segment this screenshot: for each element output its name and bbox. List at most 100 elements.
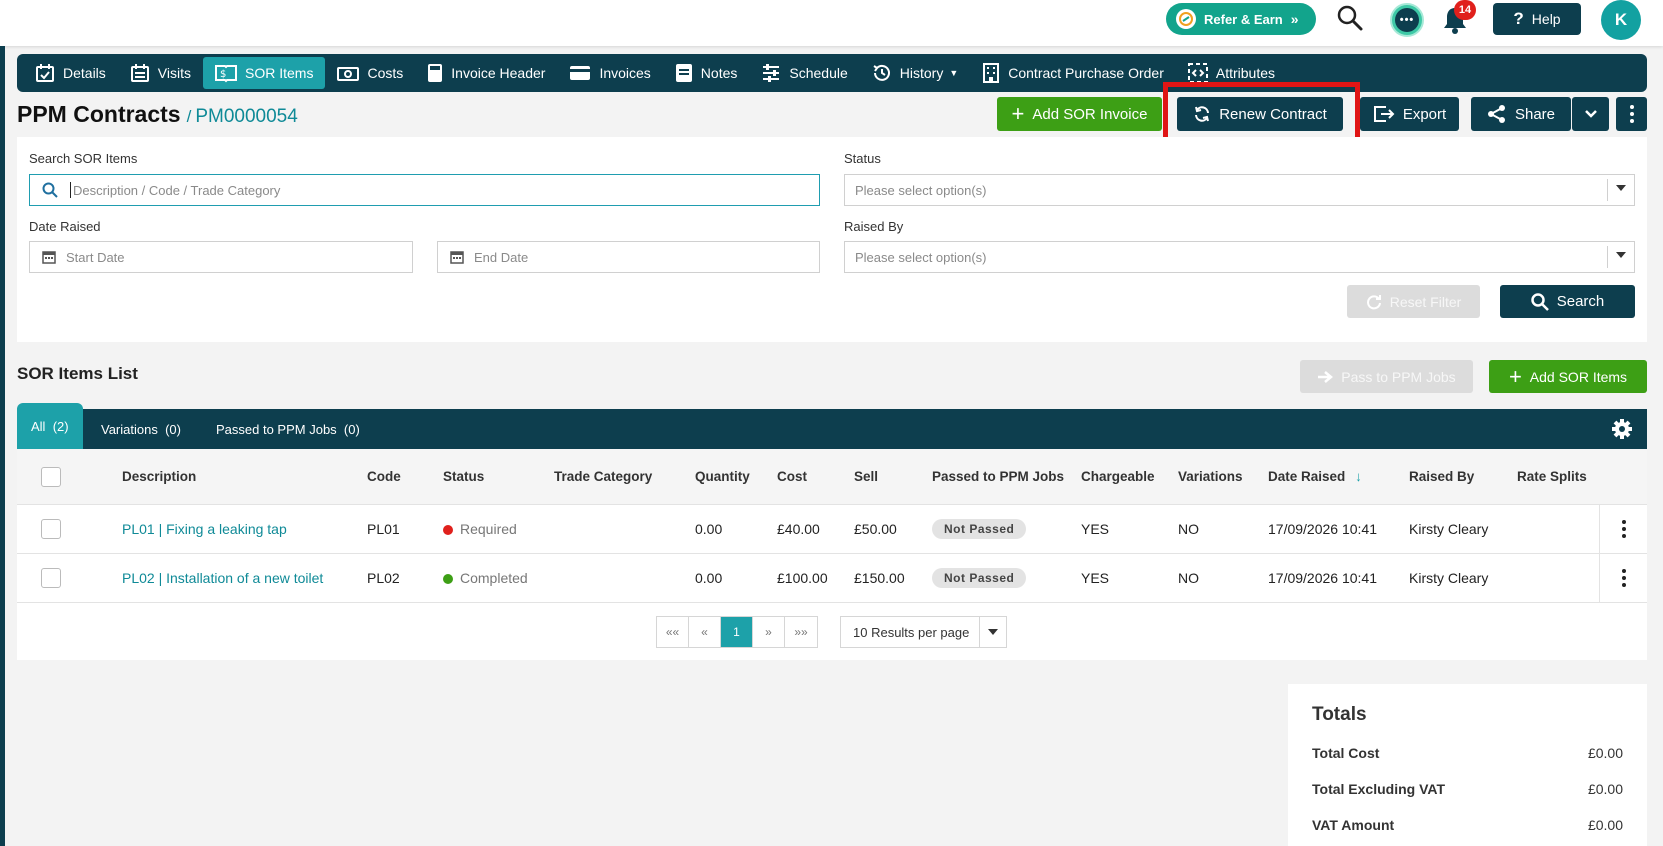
tab-history[interactable]: History ▼ xyxy=(860,57,970,89)
col-cost[interactable]: Cost xyxy=(777,469,807,484)
calendar-check-icon xyxy=(35,63,55,83)
notification-badge: 14 xyxy=(1454,0,1476,20)
header-search-icon[interactable] xyxy=(1336,4,1364,32)
col-quantity[interactable]: Quantity xyxy=(695,469,750,484)
row-checkbox[interactable] xyxy=(41,568,61,588)
col-rate-splits[interactable]: Rate Splits xyxy=(1517,469,1587,484)
status-placeholder: Please select option(s) xyxy=(855,182,987,198)
page-title-text: PPM Contracts xyxy=(17,101,181,127)
tab-label: Details xyxy=(63,65,106,81)
tab-label: Visits xyxy=(157,65,191,81)
tab-contract-purchase-order[interactable]: Contract Purchase Order xyxy=(970,57,1176,89)
results-per-page-select[interactable]: 10 Results per page xyxy=(840,616,1007,648)
col-trade-category[interactable]: Trade Category xyxy=(554,469,652,484)
tab-visits[interactable]: Visits xyxy=(118,57,203,89)
col-description[interactable]: Description xyxy=(122,469,196,484)
pass-to-ppm-jobs-button[interactable]: Pass to PPM Jobs xyxy=(1300,360,1473,393)
tab-costs[interactable]: Costs xyxy=(325,57,415,89)
dropdown-arrow-icon xyxy=(1616,252,1626,258)
status-label: Status xyxy=(844,151,881,166)
row-chargeable: YES xyxy=(1081,521,1110,537)
col-chargeable[interactable]: Chargeable xyxy=(1081,469,1155,484)
col-raised-by[interactable]: Raised By xyxy=(1409,469,1474,484)
row-sell: £150.00 xyxy=(854,570,905,586)
tab-notes[interactable]: Notes xyxy=(663,57,750,89)
add-sor-invoice-label: Add SOR Invoice xyxy=(1032,105,1148,123)
tab-invoice-header[interactable]: Invoice Header xyxy=(415,57,557,89)
row-description-link[interactable]: PL02 | Installation of a new toilet xyxy=(122,570,323,586)
gear-icon[interactable] xyxy=(1611,418,1633,440)
refer-logo-icon xyxy=(1176,9,1196,29)
tab-invoices[interactable]: Invoices xyxy=(557,57,662,89)
add-sor-invoice-button[interactable]: + Add SOR Invoice xyxy=(997,97,1162,131)
end-date-input[interactable]: End Date xyxy=(437,241,820,273)
col-variations[interactable]: Variations xyxy=(1178,469,1243,484)
row-menu-button[interactable] xyxy=(1599,505,1647,553)
tab-label: History xyxy=(899,65,944,81)
search-label: Search SOR Items xyxy=(29,151,138,166)
tab-sor-items[interactable]: $ SOR Items xyxy=(203,57,326,89)
record-tabs: Details Visits $ SOR Items Costs Invoice… xyxy=(17,54,1647,92)
tab-schedule[interactable]: Schedule xyxy=(749,57,859,89)
col-status[interactable]: Status xyxy=(443,469,484,484)
chat-icon[interactable]: ••• xyxy=(1390,3,1424,37)
sor-items-table: Description Code Status Trade Category Q… xyxy=(17,449,1647,660)
row-description-link[interactable]: PL01 | Fixing a leaking tap xyxy=(122,521,287,537)
total-label: VAT Amount xyxy=(1312,817,1395,833)
help-button[interactable]: ? Help xyxy=(1493,3,1581,35)
tab-details[interactable]: Details xyxy=(23,57,118,89)
kebab-icon xyxy=(1621,569,1626,587)
totals-panel: Totals Total Cost £0.00 Total Excluding … xyxy=(1288,684,1647,846)
row-cost: £40.00 xyxy=(777,521,820,537)
search-placeholder: Description / Code / Trade Category xyxy=(73,182,281,198)
left-edge-bar xyxy=(0,46,5,846)
row-checkbox[interactable] xyxy=(41,519,61,539)
reset-icon xyxy=(1366,294,1382,310)
export-button[interactable]: Export xyxy=(1360,97,1459,131)
export-label: Export xyxy=(1402,105,1447,123)
list-tab-variations[interactable]: Variations (0) xyxy=(101,409,181,449)
row-menu-button[interactable] xyxy=(1599,554,1647,602)
search-input[interactable]: Description / Code / Trade Category xyxy=(29,174,820,206)
start-date-input[interactable]: Start Date xyxy=(29,241,413,273)
total-label: Total Cost xyxy=(1312,745,1380,761)
refer-earn-button[interactable]: Refer & Earn » xyxy=(1166,3,1316,35)
list-title: SOR Items List xyxy=(17,364,138,383)
table-header: Description Code Status Trade Category Q… xyxy=(17,449,1647,505)
row-status: Required xyxy=(443,521,517,537)
add-sor-items-button[interactable]: + Add SOR Items xyxy=(1489,360,1647,393)
raised-by-label: Raised By xyxy=(844,219,904,234)
col-passed[interactable]: Passed to PPM Jobs xyxy=(932,469,1064,484)
share-button[interactable]: Share xyxy=(1471,97,1571,131)
prev-page-button[interactable]: « xyxy=(689,617,721,647)
col-date-raised[interactable]: Date Raised ↓ xyxy=(1268,469,1362,484)
row-cost: £100.00 xyxy=(777,570,828,586)
first-page-button[interactable]: «« xyxy=(657,617,689,647)
note-icon xyxy=(675,63,693,83)
select-all-checkbox[interactable] xyxy=(41,467,61,487)
last-page-button[interactable]: »» xyxy=(785,617,817,647)
building-icon xyxy=(982,63,1000,83)
avatar[interactable]: K xyxy=(1601,0,1641,40)
row-code: PL01 xyxy=(367,521,400,537)
table-row: PL01 | Fixing a leaking tap PL01 Require… xyxy=(17,505,1647,554)
reset-filter-button[interactable]: Reset Filter xyxy=(1347,285,1480,318)
list-tab-passed[interactable]: Passed to PPM Jobs (0) xyxy=(216,409,360,449)
table-row: PL02 | Installation of a new toilet PL02… xyxy=(17,554,1647,603)
search-button[interactable]: Search xyxy=(1500,285,1635,318)
raised-by-select[interactable]: Please select option(s) xyxy=(844,241,1635,273)
col-sell[interactable]: Sell xyxy=(854,469,878,484)
share-dropdown-button[interactable] xyxy=(1572,97,1609,131)
next-page-button[interactable]: » xyxy=(753,617,785,647)
contract-reference[interactable]: PM0000054 xyxy=(195,106,297,127)
dropdown-arrow-icon xyxy=(988,629,998,635)
row-status-label: Required xyxy=(460,521,517,537)
share-label: Share xyxy=(1514,105,1556,123)
row-sell: £50.00 xyxy=(854,521,897,537)
col-code[interactable]: Code xyxy=(367,469,401,484)
status-select[interactable]: Please select option(s) xyxy=(844,174,1635,206)
status-dot-icon xyxy=(443,574,453,584)
list-tab-all[interactable]: All (2) xyxy=(17,403,83,449)
page-1-button[interactable]: 1 xyxy=(721,617,753,647)
more-options-button[interactable] xyxy=(1616,97,1647,131)
